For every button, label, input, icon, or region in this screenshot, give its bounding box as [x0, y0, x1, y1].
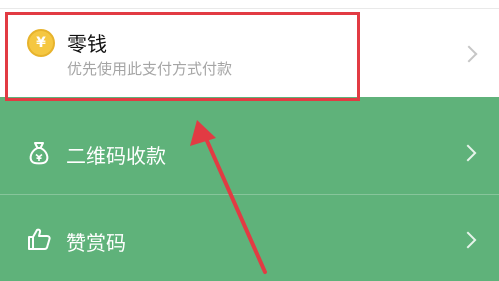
money-bag-icon — [29, 142, 49, 165]
menu-item-qr-receive[interactable]: 二维码收款 — [0, 110, 499, 194]
menu-item-label: 二维码收款 — [66, 144, 166, 168]
thumbs-up-icon — [28, 228, 51, 250]
menu-item-label: 赞赏码 — [66, 231, 126, 255]
chevron-right-icon — [459, 231, 477, 249]
menu-item-appreciation-code[interactable]: 赞赏码 — [0, 195, 499, 281]
top-strip — [0, 0, 499, 9]
chevron-right-icon — [460, 45, 478, 63]
chevron-right-icon — [459, 144, 477, 162]
highlight-box — [5, 12, 360, 101]
